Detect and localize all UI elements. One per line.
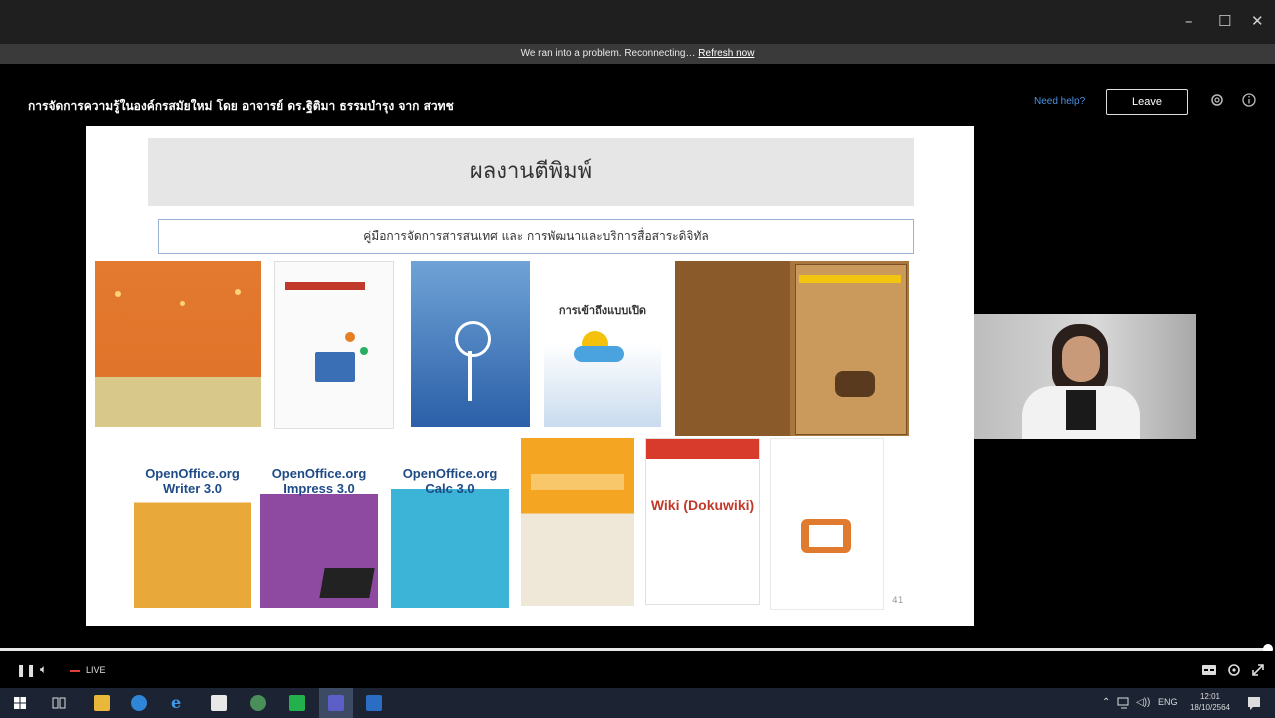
volume-icon[interactable]: 🔈︎ <box>40 662 47 677</box>
book-cover-text: Wiki (Dokuwiki) <box>650 497 755 513</box>
book-cover <box>95 261 261 427</box>
live-indicator-icon <box>70 670 80 672</box>
book-cover: OpenOffice.org Impress 3.0 <box>260 438 378 608</box>
player-controls <box>0 651 1275 688</box>
chrome-app-icon[interactable] <box>250 695 266 711</box>
event-title: การจัดการความรู้ในองค์กรสมัยใหม่ โดย อาจ… <box>28 99 454 113</box>
line-icon[interactable] <box>289 695 305 711</box>
speaker-icon[interactable]: ◁)) <box>1136 697 1150 708</box>
book-cover <box>274 261 394 429</box>
book-cover-text: การเข้าถึงแบบเปิด <box>558 305 647 317</box>
book-cover <box>770 438 884 610</box>
banner-message: We ran into a problem. Reconnecting… <box>520 48 696 59</box>
book-cover <box>411 261 530 427</box>
captions-icon[interactable] <box>1201 664 1217 676</box>
edge-icon[interactable] <box>131 695 147 711</box>
slide-subtitle: คู่มือการจัดการสารสนเทศ และ การพัฒนาและบ… <box>158 219 914 254</box>
close-icon[interactable]: ✕ <box>1251 12 1264 30</box>
event-header: การจัดการความรู้ในองค์กรสมัยใหม่ โดย อาจ… <box>0 64 1275 124</box>
word-icon[interactable] <box>366 695 382 711</box>
slide-page-number: 41 <box>892 596 904 606</box>
slide-title: ผลงานตีพิมพ์ <box>148 138 914 206</box>
presenter-video <box>974 314 1196 439</box>
presentation-slide: ผลงานตีพิมพ์ คู่มือการจัดการสารสนเทศ และ… <box>86 126 974 626</box>
windows-taskbar <box>0 688 1275 718</box>
teams-icon[interactable] <box>328 695 344 711</box>
book-cover: Wiki (Dokuwiki) <box>645 438 760 605</box>
live-label: LIVE <box>86 665 106 675</box>
gear-icon[interactable] <box>1209 92 1225 108</box>
clock[interactable]: 12:01 18/10/2564 <box>1185 691 1235 713</box>
notifications-icon[interactable] <box>1247 696 1261 710</box>
need-help-link[interactable]: Need help? <box>1034 96 1085 107</box>
book-cover: การเข้าถึงแบบเปิด <box>544 261 661 427</box>
fullscreen-icon[interactable] <box>1251 663 1265 677</box>
language-indicator[interactable]: ENG <box>1158 697 1178 707</box>
gear-icon[interactable] <box>1227 663 1241 677</box>
window-titlebar: – ☐ ✕ <box>0 0 1275 44</box>
pause-icon[interactable]: ❚❚ <box>16 663 36 677</box>
file-explorer-icon[interactable] <box>94 695 110 711</box>
clock-time: 12:01 <box>1199 692 1221 701</box>
book-cover <box>675 261 909 436</box>
clock-date: 18/10/2564 <box>1189 703 1231 712</box>
book-cover-text: OpenOffice.org Writer 3.0 <box>145 466 240 496</box>
internet-explorer-icon[interactable]: e <box>171 695 187 711</box>
network-icon[interactable] <box>1117 697 1131 709</box>
minimize-icon[interactable]: – <box>1185 12 1193 30</box>
book-cover: OpenOffice.org Calc 3.0 <box>391 438 509 608</box>
book-cover <box>521 438 634 606</box>
book-cover-text: OpenOffice.org Impress 3.0 <box>271 466 367 496</box>
leave-button[interactable]: Leave <box>1106 89 1188 115</box>
start-menu-icon[interactable] <box>12 695 28 711</box>
book-cover: OpenOffice.org Writer 3.0 <box>134 438 251 608</box>
book-cover-text: OpenOffice.org Calc 3.0 <box>402 466 498 496</box>
store-icon[interactable] <box>211 695 227 711</box>
task-view-icon[interactable] <box>51 695 67 711</box>
refresh-now-link[interactable]: Refresh now <box>698 48 754 59</box>
chevron-up-icon[interactable]: ⌃ <box>1102 697 1110 708</box>
reconnect-banner: We ran into a problem. Reconnecting… Ref… <box>0 44 1275 64</box>
maximize-icon[interactable]: ☐ <box>1218 12 1231 30</box>
info-icon[interactable] <box>1241 92 1257 108</box>
